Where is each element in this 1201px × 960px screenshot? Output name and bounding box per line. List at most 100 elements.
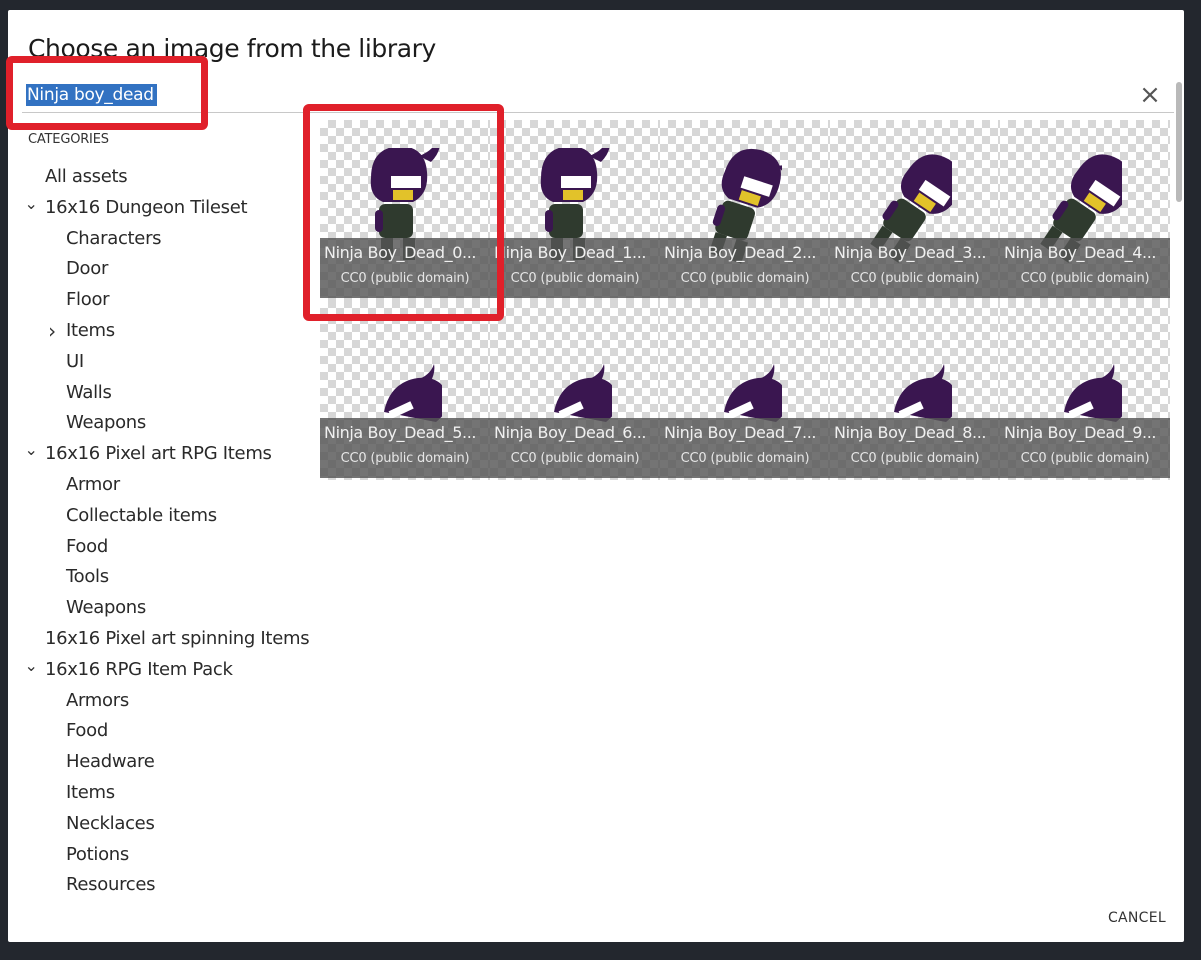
search-bar: Ninja boy_dead × [22,80,1174,113]
asset-name: Ninja Boy_Dead_0... [324,243,477,262]
category-label: Items [66,319,115,341]
category-label: UI [66,350,84,372]
asset-license: CC0 (public domain) [510,451,640,466]
category-item[interactable]: Potions [22,840,318,871]
category-item[interactable]: Armors [22,686,318,717]
cancel-button[interactable]: CANCEL [1108,910,1166,926]
asset-caption: Ninja Boy_Dead_2... CC0 (public domain) [660,238,830,298]
asset-tile[interactable]: Ninja Boy_Dead_3... CC0 (public domain) [830,120,1000,300]
asset-caption: Ninja Boy_Dead_4... CC0 (public domain) [1000,238,1170,298]
category-item[interactable]: Characters [22,224,318,255]
asset-tile[interactable]: Ninja Boy_Dead_5... CC0 (public domain) [320,300,490,480]
category-item[interactable]: Floor [22,285,318,316]
category-item[interactable]: Weapons [22,593,318,624]
asset-caption: Ninja Boy_Dead_1... CC0 (public domain) [490,238,660,298]
category-label: Armor [66,473,120,495]
category-item[interactable]: All assets [22,162,318,193]
asset-license: CC0 (public domain) [680,451,810,466]
category-item[interactable]: ⌄ 16x16 Pixel art RPG Items [22,439,318,470]
category-label: 16x16 RPG Item Pack [45,658,233,680]
category-item[interactable]: Walls [22,378,318,409]
category-label: Headware [66,751,155,773]
category-label: Door [66,258,109,280]
category-label: 16x16 Pixel art RPG Items [45,443,272,465]
search-selected-text[interactable]: Ninja boy_dead [26,84,157,106]
category-item[interactable]: ⌄ 16x16 Dungeon Tileset [22,193,318,224]
category-item[interactable]: UI [22,347,318,378]
category-item[interactable]: Food [22,716,318,747]
category-label: Necklaces [66,812,155,834]
asset-license: CC0 (public domain) [340,451,470,466]
asset-license: CC0 (public domain) [850,451,980,466]
category-item[interactable]: Necklaces [22,809,318,840]
category-item[interactable]: ⌄ 16x16 RPG Item Pack [22,655,318,686]
asset-name: Ninja Boy_Dead_7... [664,423,817,442]
image-library-dialog: Choose an image from the library Ninja b… [8,10,1184,942]
chevron-down-icon[interactable]: ⌄ [24,435,38,466]
close-icon[interactable]: × [1136,80,1164,110]
asset-name: Ninja Boy_Dead_5... [324,423,477,442]
category-label: Weapons [66,412,146,434]
category-label: Characters [66,227,162,249]
asset-caption: Ninja Boy_Dead_5... CC0 (public domain) [320,418,490,478]
asset-license: CC0 (public domain) [510,271,640,286]
category-label: Floor [66,289,110,311]
asset-tile[interactable]: Ninja Boy_Dead_9... CC0 (public domain) [1000,300,1170,480]
category-item[interactable]: Door [22,254,318,285]
dialog-title: Choose an image from the library [28,34,436,63]
search-input[interactable] [26,82,1126,110]
asset-tile[interactable]: Ninja Boy_Dead_4... CC0 (public domain) [1000,120,1170,300]
asset-tile[interactable]: Ninja Boy_Dead_7... CC0 (public domain) [660,300,830,480]
category-list: All assets ⌄ 16x16 Dungeon Tileset Characte… [22,162,318,892]
asset-license: CC0 (public domain) [680,271,810,286]
category-item[interactable]: Resources [22,870,318,892]
asset-license: CC0 (public domain) [1020,451,1150,466]
category-label: Food [66,720,108,742]
asset-tile[interactable]: Ninja Boy_Dead_2... CC0 (public domain) [660,120,830,300]
chevron-right-icon[interactable]: › [45,316,59,347]
category-item[interactable]: 16x16 Pixel art spinning Items [22,624,318,655]
asset-name: Ninja Boy_Dead_2... [664,243,817,262]
asset-caption: Ninja Boy_Dead_3... CC0 (public domain) [830,238,1000,298]
category-label: 16x16 Pixel art spinning Items [45,627,310,649]
asset-license: CC0 (public domain) [1020,271,1150,286]
category-label: Armors [66,689,129,711]
asset-caption: Ninja Boy_Dead_6... CC0 (public domain) [490,418,660,478]
asset-caption: Ninja Boy_Dead_7... CC0 (public domain) [660,418,830,478]
category-label: Food [66,535,108,557]
category-item[interactable]: Collectable items [22,501,318,532]
asset-tile[interactable]: Ninja Boy_Dead_6... CC0 (public domain) [490,300,660,480]
category-item[interactable]: Headware [22,747,318,778]
category-item[interactable]: Tools [22,562,318,593]
asset-tile[interactable]: Ninja Boy_Dead_1... CC0 (public domain) [490,120,660,300]
category-label: Resources [66,874,156,892]
asset-name: Ninja Boy_Dead_8... [834,423,987,442]
asset-license: CC0 (public domain) [340,271,470,286]
asset-name: Ninja Boy_Dead_1... [494,243,647,262]
category-item[interactable]: › Items [22,316,318,347]
categories-header: CATEGORIES [28,132,109,147]
asset-tile[interactable]: Ninja Boy_Dead_8... CC0 (public domain) [830,300,1000,480]
category-label: Collectable items [66,504,217,526]
category-label: Walls [66,381,112,403]
asset-caption: Ninja Boy_Dead_9... CC0 (public domain) [1000,418,1170,478]
category-item[interactable]: Food [22,532,318,563]
chevron-down-icon[interactable]: ⌄ [24,651,38,682]
asset-name: Ninja Boy_Dead_9... [1004,423,1157,442]
category-label: Tools [66,566,109,588]
category-label: All assets [45,166,128,187]
category-label: Items [66,781,115,803]
category-item[interactable]: Armor [22,470,318,501]
asset-grid: Ninja Boy_Dead_0... CC0 (public domain) N… [320,120,1170,480]
asset-tile[interactable]: Ninja Boy_Dead_0... CC0 (public domain) [320,120,490,300]
asset-name: Ninja Boy_Dead_4... [1004,243,1157,262]
asset-name: Ninja Boy_Dead_3... [834,243,987,262]
scrollbar-thumb[interactable] [1176,82,1182,202]
chevron-down-icon[interactable]: ⌄ [24,189,38,220]
category-item[interactable]: Weapons [22,408,318,439]
categories-sidebar: CATEGORIES All assets ⌄ 16x16 Dungeon Tile… [22,128,318,892]
category-label: Potions [66,843,129,865]
asset-caption: Ninja Boy_Dead_8... CC0 (public domain) [830,418,1000,478]
asset-caption: Ninja Boy_Dead_0... CC0 (public domain) [320,238,490,298]
category-item[interactable]: Items [22,778,318,809]
